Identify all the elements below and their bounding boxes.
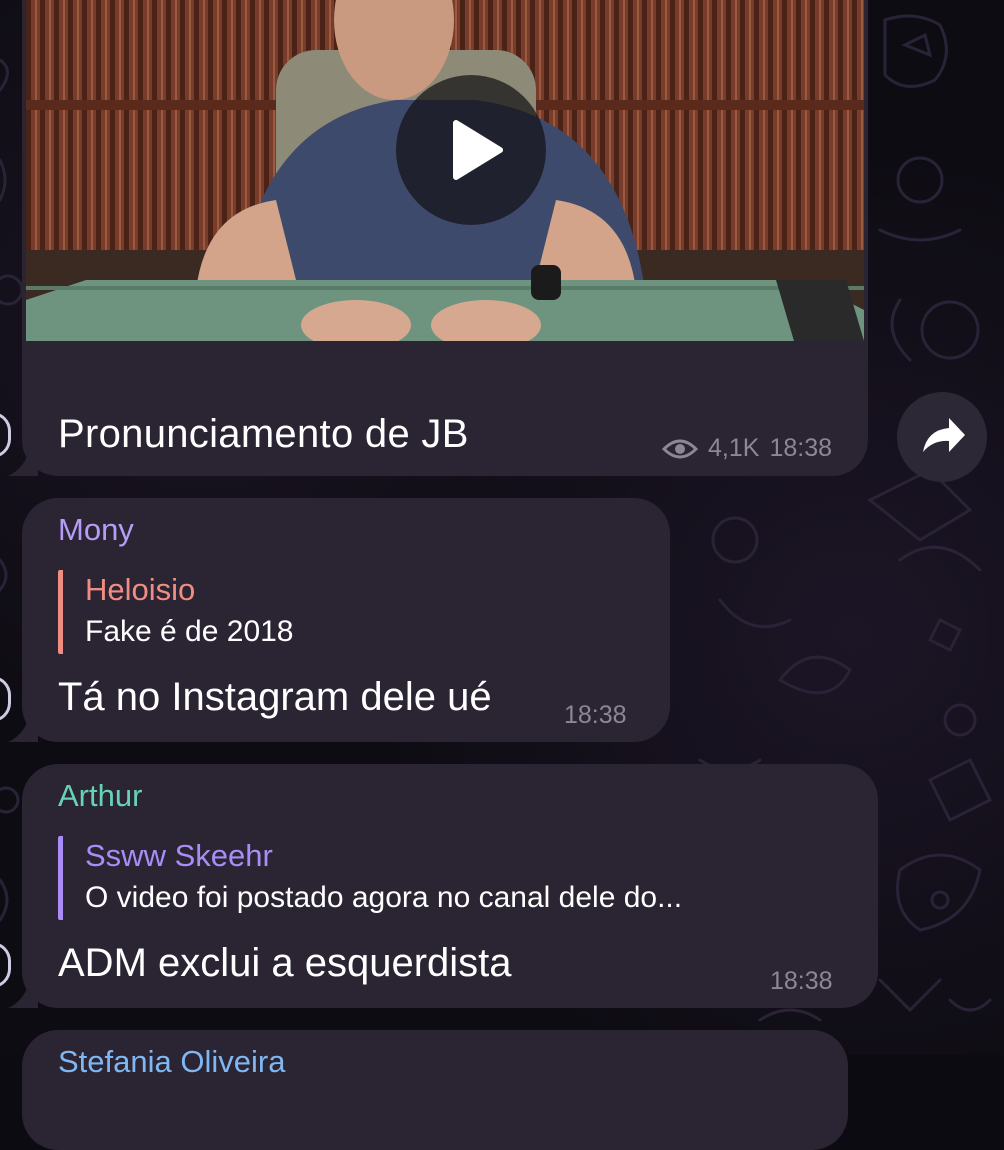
- sender-name[interactable]: Mony: [58, 512, 134, 548]
- message-text: ADM exclui a esquerdista: [58, 941, 512, 985]
- reply-author: Heloisio: [85, 572, 196, 607]
- sender-name[interactable]: Stefania Oliveira: [58, 1044, 285, 1080]
- sender-name[interactable]: Arthur: [58, 778, 142, 814]
- message-bubble[interactable]: Stefania Oliveira: [22, 1030, 848, 1150]
- reply-text: Fake é de 2018: [85, 615, 294, 648]
- message-text: Tá no Instagram dele ué: [58, 675, 492, 719]
- reply-author: Ssww Skeehr: [85, 838, 273, 873]
- view-count: 4,1K: [708, 434, 760, 462]
- play-icon: [453, 120, 503, 180]
- video-time: 18:38: [769, 434, 832, 462]
- video-thumbnail[interactable]: [26, 0, 864, 341]
- play-button[interactable]: [396, 75, 546, 225]
- video-caption: Pronunciamento de JB: [58, 412, 469, 456]
- message-time: 18:38: [564, 701, 627, 729]
- video-meta: 4,1K 18:38: [662, 434, 832, 463]
- bubble-tail: [8, 446, 38, 476]
- share-button[interactable]: [897, 392, 987, 482]
- message-bubble[interactable]: Mony Heloisio Fake é de 2018 Tá no Insta…: [22, 498, 670, 742]
- message-bubble[interactable]: Arthur Ssww Skeehr O video foi postado a…: [22, 764, 878, 1008]
- message-time: 18:38: [770, 967, 833, 995]
- video-post-bubble[interactable]: Pronunciamento de JB 4,1K 18:38: [22, 0, 868, 476]
- reply-quote[interactable]: Heloisio Fake é de 2018: [58, 570, 294, 654]
- reply-text: O video foi postado agora no canal dele …: [85, 881, 683, 914]
- bubble-tail: [8, 712, 38, 742]
- eye-icon: [662, 439, 698, 458]
- bubble-tail: [8, 978, 38, 1008]
- share-arrow-icon: [923, 418, 965, 452]
- reply-quote[interactable]: Ssww Skeehr O video foi postado agora no…: [58, 836, 682, 920]
